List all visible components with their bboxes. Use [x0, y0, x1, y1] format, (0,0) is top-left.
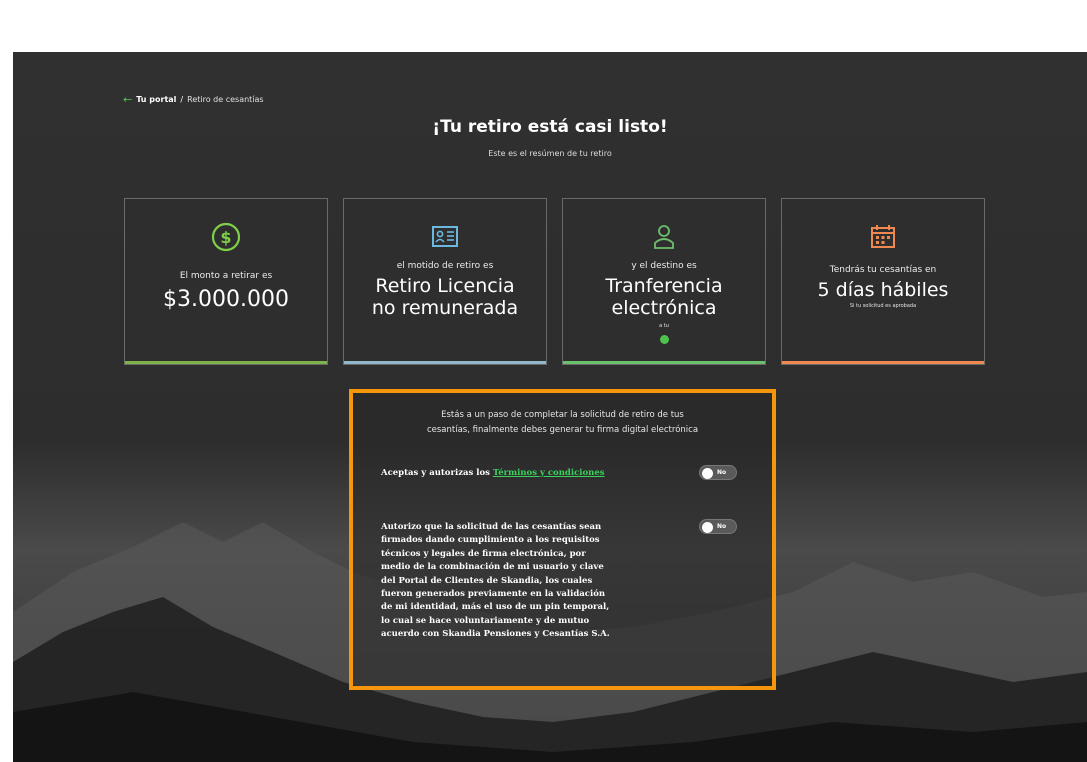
destination-value-line1: Tranferencia	[605, 275, 723, 297]
consent-line: medio de la combinación de mi usuario y …	[381, 562, 604, 573]
user-icon	[563, 221, 765, 253]
page-subtitle: Este es el resúmen de tu retiro	[488, 149, 612, 158]
toggle-knob	[702, 521, 713, 533]
breadcrumb-portal-link[interactable]: Tu portal	[136, 95, 176, 104]
reason-label: el motido de retiro es	[396, 261, 494, 271]
amount-card: $ El monto a retirar es $3.000.000	[124, 198, 328, 365]
amount-value: $3.000.000	[163, 287, 289, 312]
timing-note: Si tu solicitud es aprobada	[849, 303, 917, 309]
back-arrow-icon[interactable]: ←	[123, 94, 132, 105]
info-dot-icon[interactable]	[660, 335, 669, 344]
destination-card: y el destino es Tranferencia electrónica…	[562, 198, 766, 365]
terms-prefix: Aceptas y autorizas los	[381, 468, 490, 478]
consent-line: acuerdo con Skandia Pensiones y Cesantía…	[381, 629, 610, 640]
consent-toggle-label: No	[717, 523, 727, 530]
amount-label: El monto a retirar es	[179, 271, 273, 281]
svg-text:$: $	[220, 228, 231, 247]
breadcrumb-separator: /	[180, 95, 184, 104]
consent-line: Autorizo que la solicitud de las cesantí…	[381, 522, 602, 532]
timing-card-accent	[782, 361, 984, 364]
timing-card: Tendrás tu cesantías en 5 días hábiles S…	[781, 198, 985, 365]
destination-label: y el destino es	[631, 261, 697, 271]
breadcrumb-current: Retiro de cesantías	[187, 95, 264, 104]
consent-line: de mi identidad, más el uso de un pin te…	[381, 602, 610, 613]
calendar-icon	[782, 221, 984, 253]
destination-card-accent	[563, 361, 765, 364]
consent-line: fueron generados previamente en la valid…	[381, 589, 606, 600]
reason-card-accent	[344, 361, 546, 364]
reason-value-line2: no remunerada	[371, 297, 519, 319]
terms-toggle[interactable]: No	[699, 465, 737, 480]
terms-toggle-label: No	[717, 469, 727, 476]
consent-line: del Portal de Clientes de Skandia, los c…	[381, 575, 593, 586]
intro-line-2: cesantías, finalmente debes generar tu f…	[426, 425, 699, 435]
reason-value-line1: Retiro Licencia	[375, 275, 515, 297]
page-frame: ← Tu portal / Retiro de cesantías ¡Tu re…	[13, 52, 1087, 762]
timing-label: Tendrás tu cesantías en	[829, 265, 937, 275]
breadcrumb: ← Tu portal / Retiro de cesantías	[123, 94, 264, 105]
confirmation-panel: Estás a un paso de completar la solicitu…	[349, 389, 776, 690]
terms-row: Aceptas y autorizas los Términos y condi…	[381, 467, 605, 480]
terms-link[interactable]: Términos y condiciones	[493, 468, 605, 478]
consent-line: lo cual se hace voluntariamente y de mut…	[381, 615, 590, 626]
toggle-knob	[702, 467, 713, 479]
dollar-coin-icon: $	[125, 221, 327, 253]
consent-toggle[interactable]: No	[699, 519, 737, 534]
consent-text: Autorizo que la solicitud de las cesantí…	[381, 521, 681, 642]
id-card-icon	[344, 221, 546, 253]
consent-line: técnicos y legales de firma electrónica,…	[381, 548, 586, 559]
timing-value: 5 días hábiles	[817, 279, 949, 301]
reason-card: el motido de retiro es Retiro Licencia n…	[343, 198, 547, 365]
page-title: ¡Tu retiro está casi listo!	[432, 117, 668, 137]
intro-line-1: Estás a un paso de completar la solicitu…	[441, 410, 684, 420]
confirmation-intro: Estás a un paso de completar la solicitu…	[353, 408, 772, 438]
destination-small-text: a tu	[659, 323, 669, 329]
amount-card-accent	[125, 361, 327, 364]
destination-value-line2: electrónica	[611, 297, 717, 319]
consent-line: firmados dando cumplimiento a los requis…	[381, 535, 600, 546]
